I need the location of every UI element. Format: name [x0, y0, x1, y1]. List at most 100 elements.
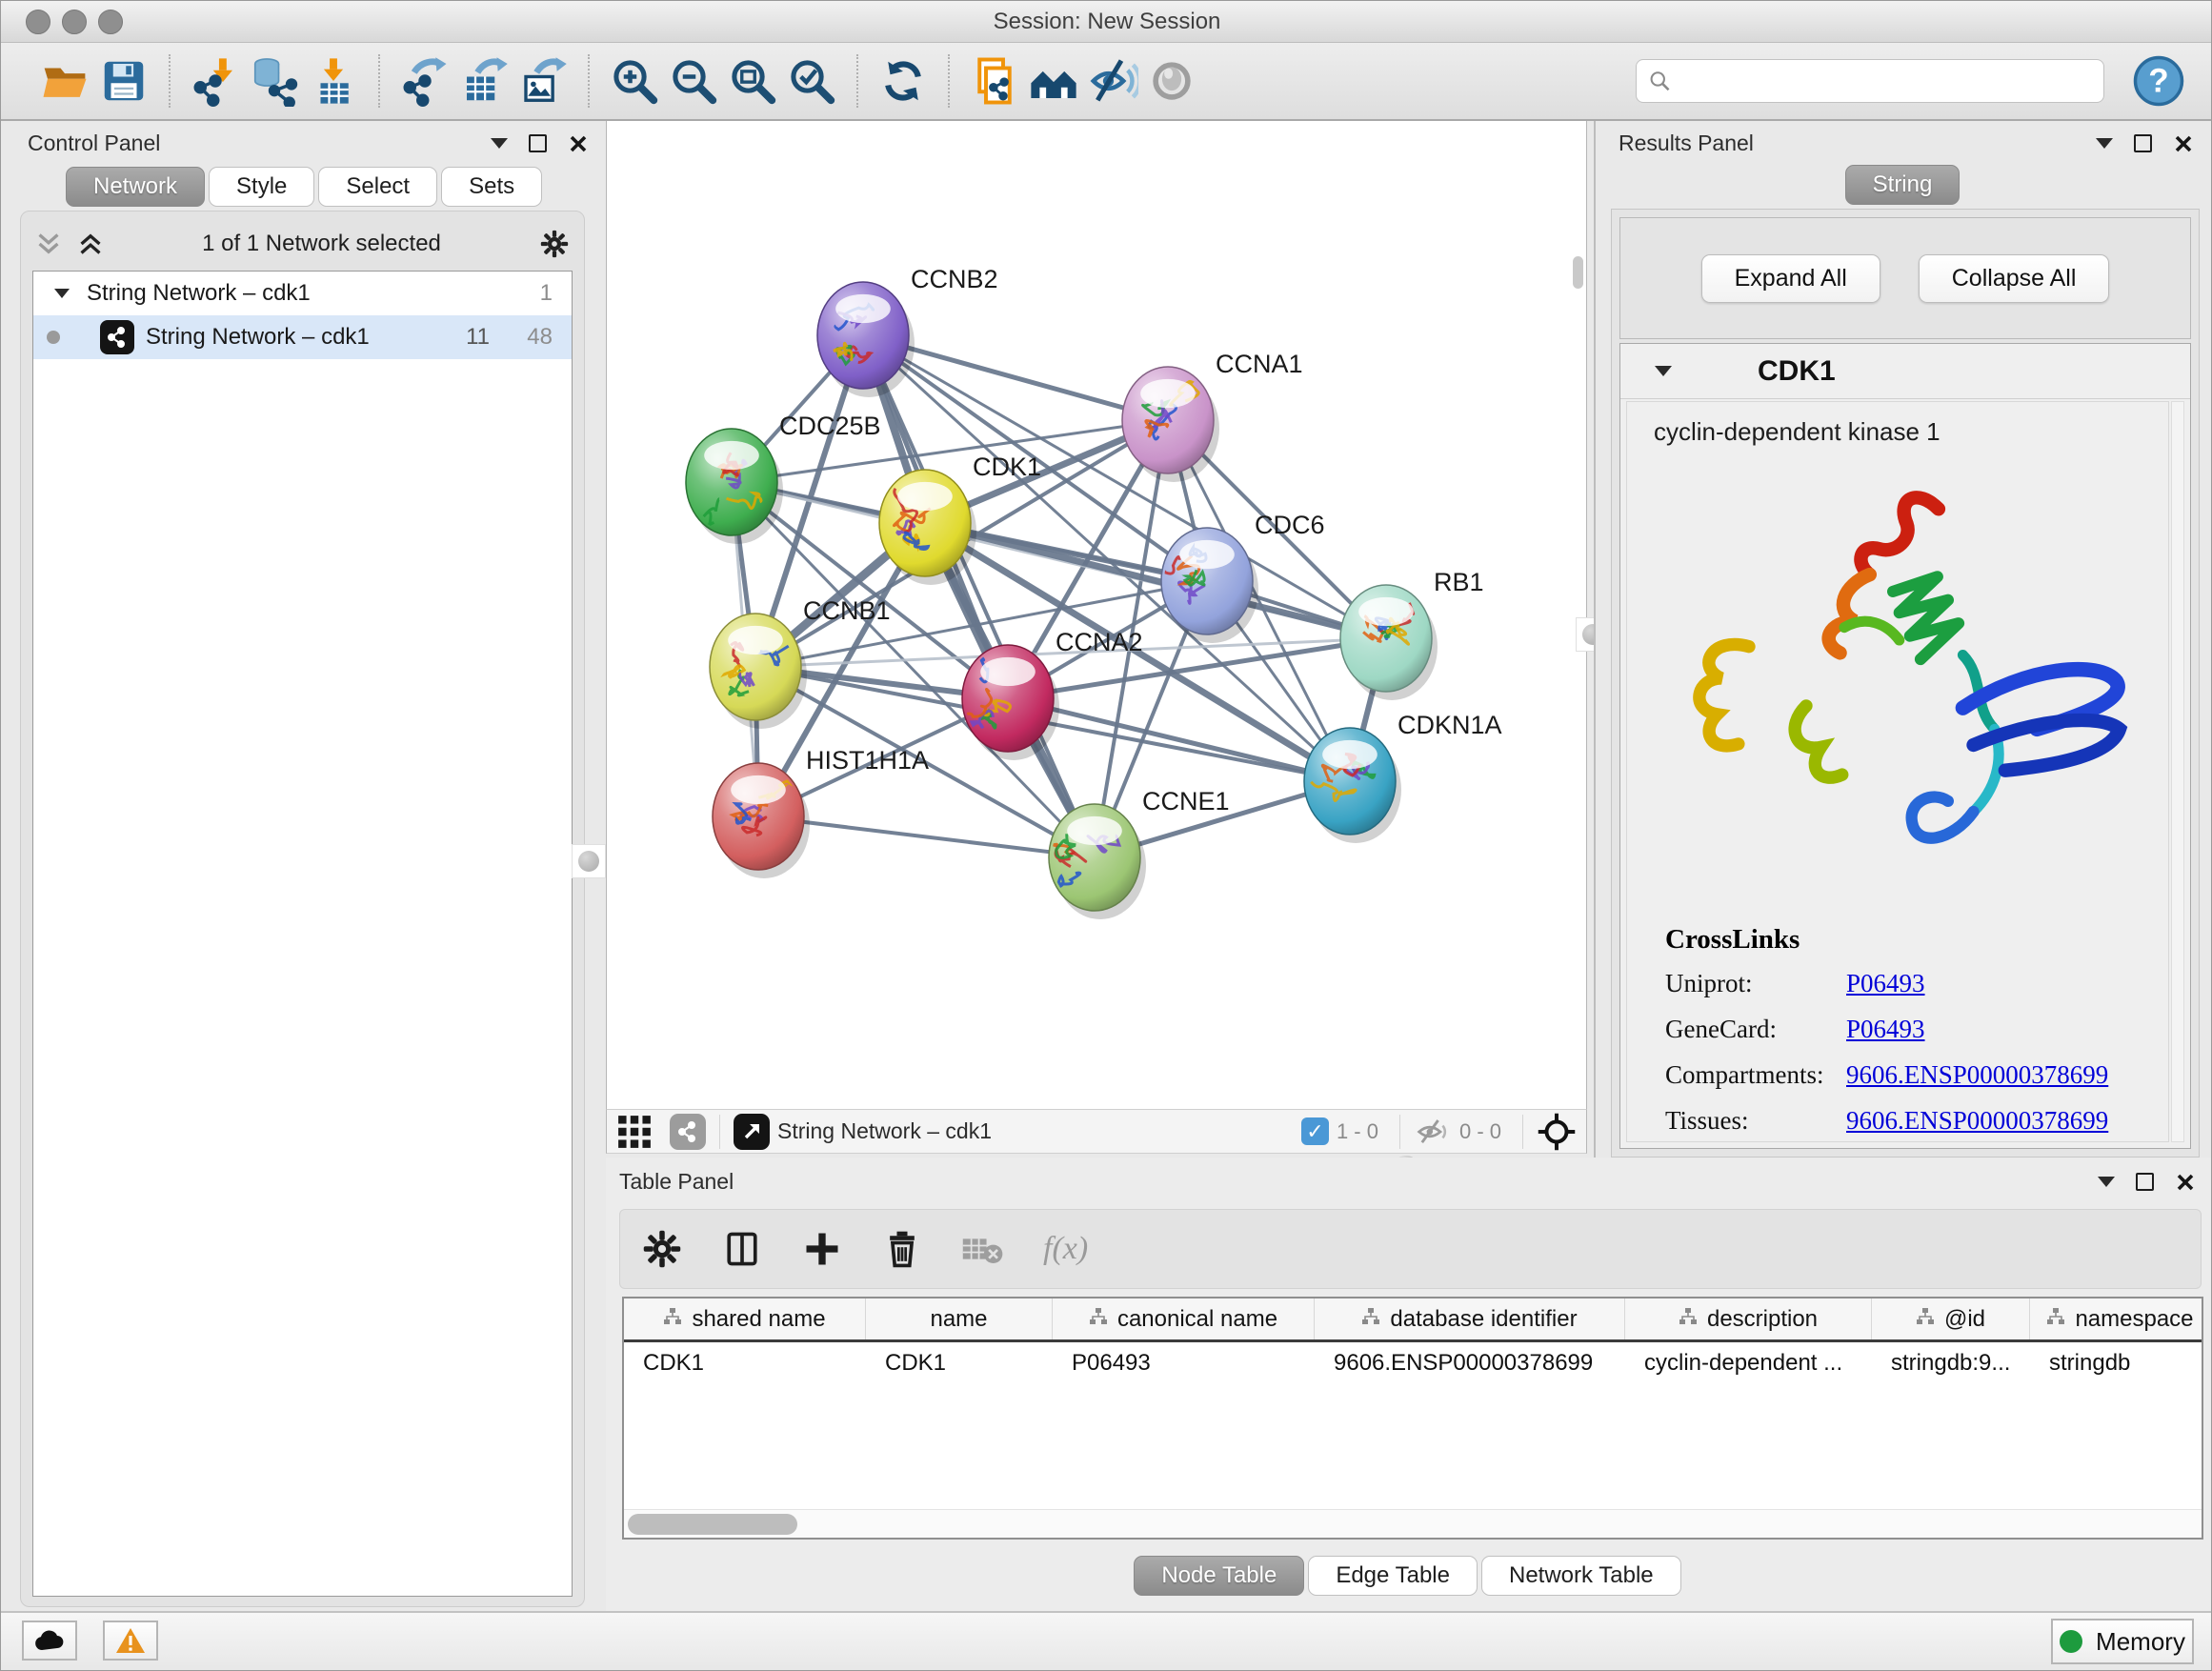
network-collection-row[interactable]: String Network – cdk1 1 — [33, 272, 572, 315]
column-header-shared-name[interactable]: shared name — [624, 1299, 866, 1339]
network-node-CDKN1A[interactable] — [1304, 728, 1401, 843]
node-label-CDC6: CDC6 — [1255, 511, 1325, 539]
save-session-icon[interactable] — [94, 51, 153, 111]
refresh-icon[interactable] — [874, 51, 933, 111]
table-hscrollbar[interactable] — [624, 1509, 2202, 1538]
import-table-file-icon[interactable] — [304, 51, 363, 111]
export-table-icon[interactable] — [454, 51, 513, 111]
automation-cloud-button[interactable] — [22, 1621, 77, 1661]
tab-node-table[interactable]: Node Table — [1134, 1556, 1304, 1596]
panel-menu-icon[interactable] — [2098, 1177, 2115, 1187]
zoom-fit-icon[interactable] — [723, 51, 782, 111]
panel-menu-icon[interactable] — [2096, 138, 2113, 149]
expand-all-icon[interactable] — [76, 232, 105, 256]
birds-eye-view-icon[interactable] — [734, 1114, 770, 1150]
export-image-icon[interactable] — [513, 51, 573, 111]
table-cell[interactable]: stringdb:9... — [1872, 1350, 2030, 1377]
import-network-file-icon[interactable] — [186, 51, 245, 111]
import-network-database-icon[interactable] — [245, 51, 304, 111]
float-panel-icon[interactable] — [2136, 1173, 2154, 1191]
crosslink-link[interactable]: 9606.ENSP00000378699 — [1846, 1060, 2108, 1090]
network-node-CCNE1[interactable] — [1041, 804, 1146, 919]
zoom-in-icon[interactable] — [605, 51, 664, 111]
hide-selected-icon[interactable] — [1083, 51, 1142, 111]
network-node-CCNA2[interactable] — [960, 631, 1059, 760]
crosslink-link[interactable]: P06493 — [1846, 969, 1925, 998]
zoom-out-icon[interactable] — [664, 51, 723, 111]
export-network-icon[interactable] — [395, 51, 454, 111]
network-node-CDC25B[interactable] — [686, 429, 783, 544]
grid-view-icon[interactable] — [616, 1114, 653, 1150]
help-icon[interactable]: ? — [2129, 51, 2188, 111]
node-table[interactable]: shared namenamecanonical namedatabase id… — [622, 1297, 2203, 1540]
card-scrollbar-track[interactable] — [2171, 401, 2184, 1142]
show-all-icon[interactable] — [1142, 51, 1201, 111]
network-node-CCNB2[interactable] — [817, 282, 915, 397]
open-session-icon[interactable] — [35, 51, 94, 111]
search-box[interactable] — [1636, 59, 2104, 103]
copy-view-icon[interactable] — [965, 51, 1024, 111]
search-input[interactable] — [1672, 69, 2092, 93]
collapse-all-button[interactable]: Collapse All — [1919, 254, 2110, 303]
network-row[interactable]: String Network – cdk1 11 48 — [33, 315, 572, 359]
table-cell[interactable]: CDK1 — [866, 1350, 1053, 1377]
column-header-namespace[interactable]: namespace — [2030, 1299, 2203, 1339]
column-header--id[interactable]: @id — [1872, 1299, 2030, 1339]
network-node-HIST1H1A[interactable] — [713, 763, 810, 878]
entry-collapse-icon[interactable] — [1655, 366, 1672, 376]
network-graph[interactable]: CCNB2CCNA1CDC25BCDK1CDC6RB1CCNB1CCNA2CDK… — [607, 121, 1586, 1107]
show-columns-icon[interactable] — [721, 1228, 763, 1270]
table-cell[interactable]: P06493 — [1053, 1350, 1315, 1377]
delete-column-icon[interactable] — [881, 1228, 923, 1270]
column-header-database-identifier[interactable]: database identifier — [1315, 1299, 1625, 1339]
tab-style[interactable]: Style — [209, 167, 314, 207]
table-cell[interactable]: stringdb — [2030, 1350, 2203, 1377]
node-label-CCNA1: CCNA1 — [1216, 350, 1303, 378]
tab-select[interactable]: Select — [318, 167, 437, 207]
network-node-CDC6[interactable] — [1150, 528, 1259, 643]
panel-menu-icon[interactable] — [491, 138, 508, 149]
close-panel-icon[interactable] — [2175, 1172, 2196, 1193]
collection-expand-icon[interactable] — [54, 289, 70, 298]
tab-network-table[interactable]: Network Table — [1481, 1556, 1681, 1596]
node-result-header[interactable]: CDK1 — [1620, 344, 2190, 399]
column-header-description[interactable]: description — [1625, 1299, 1872, 1339]
network-share-icon[interactable] — [670, 1114, 706, 1150]
tab-string[interactable]: String — [1845, 165, 1961, 205]
table-cell[interactable]: cyclin-dependent ... — [1625, 1350, 1872, 1377]
table-cell[interactable]: 9606.ENSP00000378699 — [1315, 1350, 1625, 1377]
selected-checkbox-icon[interactable]: ✓ — [1301, 1117, 1329, 1145]
network-options-gear-icon[interactable] — [538, 228, 571, 260]
warnings-button[interactable] — [103, 1621, 158, 1661]
float-panel-icon[interactable] — [529, 134, 547, 152]
close-panel-icon[interactable] — [568, 133, 589, 154]
column-header-name[interactable]: name — [866, 1299, 1053, 1339]
canvas-scrollbar-thumb[interactable] — [1573, 256, 1583, 289]
fit-selected-crosshair-icon[interactable] — [1537, 1112, 1577, 1152]
memory-button[interactable]: Memory — [2051, 1619, 2194, 1664]
close-panel-icon[interactable] — [2173, 133, 2194, 154]
collapse-all-icon[interactable] — [34, 232, 63, 256]
tab-sets[interactable]: Sets — [441, 167, 542, 207]
crosslink-link[interactable]: 9606.ENSP00000378699 — [1846, 1106, 2108, 1136]
table-options-gear-icon[interactable] — [641, 1228, 683, 1270]
network-edge-CCNB2-CCNE1[interactable] — [863, 335, 1095, 857]
add-column-icon[interactable] — [801, 1228, 843, 1270]
table-hscrollbar-thumb[interactable] — [628, 1514, 797, 1535]
network-node-RB1[interactable] — [1340, 585, 1438, 700]
network-node-CDK1[interactable] — [879, 470, 976, 585]
first-neighbors-icon[interactable] — [1024, 51, 1083, 111]
column-header-canonical-name[interactable]: canonical name — [1053, 1299, 1315, 1339]
crosslink-link[interactable]: P06493 — [1846, 1015, 1925, 1044]
network-node-CCNA1[interactable] — [1122, 367, 1219, 482]
zoom-selected-icon[interactable] — [782, 51, 841, 111]
expand-all-button[interactable]: Expand All — [1701, 254, 1880, 303]
float-panel-icon[interactable] — [2134, 134, 2152, 152]
network-view[interactable]: CCNB2CCNA1CDC25BCDK1CDC6RB1CCNB1CCNA2CDK… — [606, 121, 1587, 1109]
network-view-title: String Network – cdk1 — [777, 1118, 1301, 1144]
table-row[interactable]: CDK1CDK1P064939606.ENSP00000378699cyclin… — [624, 1342, 2202, 1384]
tab-network[interactable]: Network — [66, 167, 205, 207]
tab-edge-table[interactable]: Edge Table — [1308, 1556, 1478, 1596]
left-splitter-handle[interactable] — [572, 844, 606, 878]
table-cell[interactable]: CDK1 — [624, 1350, 866, 1377]
